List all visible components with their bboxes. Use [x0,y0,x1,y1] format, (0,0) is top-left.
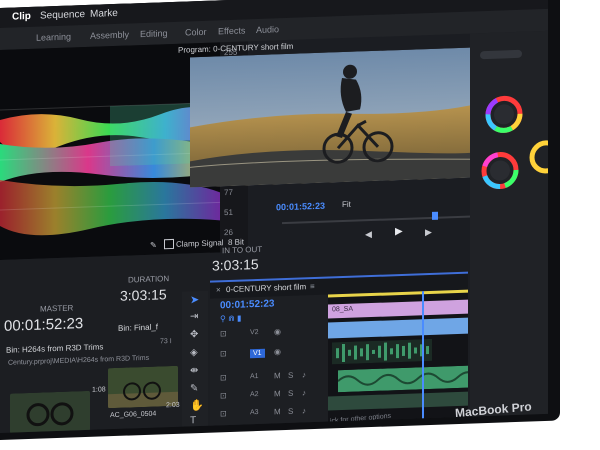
lumetri-panel [470,30,548,417]
tab-color[interactable]: Color [185,27,207,38]
timeline-tracks[interactable]: 08_SA [328,289,468,424]
solo-icon[interactable]: S [288,407,293,416]
lock-icon[interactable]: ⊡ [220,373,227,382]
wrench-icon[interactable]: ✎ [150,241,157,250]
track-a3-label: A3 [250,408,259,417]
color-wheel-midtones[interactable] [485,95,523,133]
color-wheel-highlights[interactable] [529,140,548,174]
tab-assembly[interactable]: Assembly [90,29,129,40]
hand-tool-icon[interactable]: ✋ [190,399,204,412]
scrub-bar[interactable] [282,215,482,225]
cyclist-scene [190,47,480,188]
tools-panel: ➤ ⇥ ✥ ◈ ⇼ ✎ ✋ T [182,290,208,427]
track-v1-label[interactable]: V1 [250,348,265,359]
track-headers: 00:01:52:23 ⚲ ⋒ ▮ ⊡ V2 ◉ ⊡ V1 ◉ ⊡ A1 M S… [210,294,328,428]
program-title-text: Program: 0-CENTURY short film [178,41,294,55]
sequence-tab[interactable]: 0-CENTURY short film [226,282,306,294]
lock-icon[interactable]: ⊡ [220,329,227,338]
premiere-screen: Clip Sequence Marke Learning Assembly Ed… [0,0,548,434]
in-to-out-label: IN TO OUT [222,244,263,256]
playhead-marker[interactable] [432,211,438,220]
tab-learning[interactable]: Learning [36,32,71,43]
clip-2-name: AC_G06_0504 [110,410,157,420]
laptop-device: Clip Sequence Marke Learning Assembly Ed… [0,0,560,441]
timeline-timecode[interactable]: 00:01:52:23 [220,298,274,311]
audio-clip-a2[interactable] [337,365,468,393]
mute-icon[interactable]: M [274,371,281,380]
tab-audio[interactable]: Audio [256,24,279,35]
mute-icon[interactable]: M [274,389,281,398]
tab-editing[interactable]: Editing [140,28,168,39]
lock-icon[interactable]: ⊡ [220,409,227,418]
video-clip-v1[interactable] [328,317,468,339]
program-frame [190,47,480,188]
solo-icon[interactable]: S [288,371,293,380]
snap-icon[interactable]: ⚲ ⋒ ▮ [220,314,241,324]
track-a3: ⊡ A3 M S ♪ [210,405,328,423]
track-v2: ⊡ V2 ◉ [210,325,328,343]
bin-title[interactable]: Bin: H264s from R3D Trims [6,342,103,354]
slip-tool-icon[interactable]: ⇼ [190,365,198,376]
audio-clip-a3[interactable] [328,391,468,411]
photo-area: Clip Sequence Marke Learning Assembly Ed… [0,0,600,450]
waveform-scope [0,42,220,261]
color-wheels [481,95,548,190]
program-fit[interactable]: Fit [342,200,351,209]
razor-tool-icon[interactable]: ◈ [190,347,198,358]
clip-thumbnail-1[interactable] [10,390,90,434]
master-label: MASTER [40,303,74,314]
duration-value: 3:03:15 [120,286,167,304]
track-v2-label: V2 [250,328,259,337]
bin-final-tab[interactable]: Bin: Final_f [118,322,158,332]
step-back-icon[interactable]: ◀ [365,229,372,240]
play-icon[interactable]: ▶ [395,226,403,237]
menu-sequence[interactable]: Sequence [40,9,85,22]
clip-1-duration: 1:08 [92,386,106,394]
menu-marker[interactable]: Marke [90,8,118,20]
track-a1: ⊡ A1 M S ♪ [210,369,328,387]
menu-clip[interactable]: Clip [12,11,31,23]
track-a1-label: A1 [250,372,259,381]
in-to-out-value: 3:03:15 [212,255,259,274]
master-value: 00:01:52:23 [4,315,84,335]
eye-icon[interactable]: ◉ [274,327,281,336]
type-tool-icon[interactable]: T [190,415,196,426]
color-wheel-shadows[interactable] [481,152,519,190]
pen-tool-icon[interactable]: ✎ [190,383,198,394]
duration-label: DURATION [128,274,170,285]
mic-icon[interactable]: ♪ [302,370,306,379]
clip-2-duration: 2:03 [166,401,180,410]
clamp-checkbox[interactable] [164,238,174,250]
lock-icon[interactable]: ⊡ [220,349,227,358]
lumetri-dropdown[interactable] [480,49,522,60]
step-forward-icon[interactable]: ▶ [425,227,432,238]
ripple-edit-tool-icon[interactable]: ✥ [190,329,198,340]
selection-tool-icon[interactable]: ➤ [190,293,199,306]
eye-icon[interactable]: ◉ [274,347,281,356]
waveform-graphic [0,42,220,260]
track-select-tool-icon[interactable]: ⇥ [190,311,198,322]
tab-effects[interactable]: Effects [218,25,245,36]
audio-waveform-a1[interactable] [332,338,432,365]
solo-icon[interactable]: S [288,389,293,398]
source-info-panel: DURATION 3:03:15 MASTER 00:01:52:23 Bin:… [0,252,210,434]
bin-path: Century.prproj\MEDIA\H264s from R3D Trim… [8,354,150,367]
bin-item-count: 73 I [160,338,172,346]
track-a2: ⊡ A2 M S ♪ [210,387,328,405]
clamp-label: Clamp Signal [176,238,224,249]
video-clip-v2[interactable]: 08_SA [328,299,468,319]
timeline-panel: × 0-CENTURY short film ≡ 00:01:52:23 ⚲ ⋒… [210,271,468,428]
mic-icon[interactable]: ♪ [302,388,306,397]
lock-icon[interactable]: ⊡ [220,391,227,400]
close-icon[interactable]: × [216,285,221,294]
track-v1: ⊡ V1 ◉ [210,345,328,363]
mic-icon[interactable]: ♪ [302,406,306,415]
mute-icon[interactable]: M [274,407,281,416]
program-controls: 00:01:52:23 Fit ◀ ▶ ▶ [190,177,490,240]
track-a2-label: A2 [250,390,259,399]
menu-icon[interactable]: ≡ [310,282,315,291]
clip-name-label: 08_SA [332,305,354,314]
timeline-playhead[interactable] [422,291,424,421]
program-timecode[interactable]: 00:01:52:23 [276,201,325,213]
